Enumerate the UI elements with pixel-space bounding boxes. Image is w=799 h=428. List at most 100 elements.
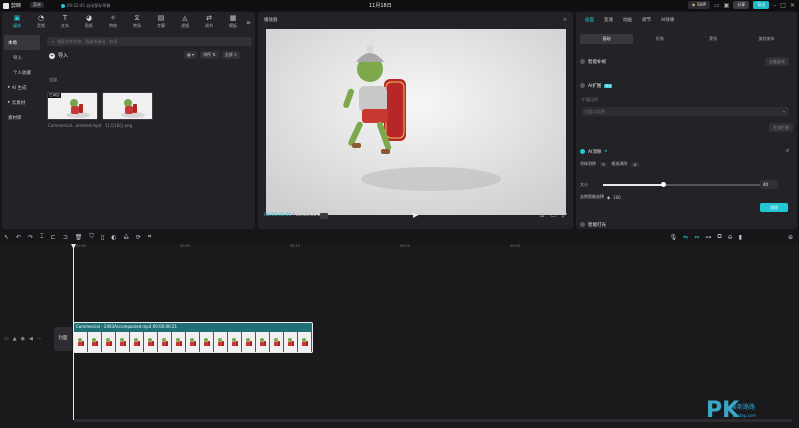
shield-icon[interactable]: ⛉ xyxy=(89,233,94,241)
filter-button[interactable]: 全部 ⚲ xyxy=(221,51,240,59)
dedupe-frames-button[interactable]: 去重复帧 xyxy=(765,57,789,66)
split-icon[interactable]: ⌶ xyxy=(40,233,44,241)
audio-mute-icon[interactable]: ◀ xyxy=(29,336,33,342)
nav-import[interactable]: 导入 xyxy=(4,50,40,65)
timecode-toggle-icon[interactable] xyxy=(320,213,328,219)
sort-button[interactable]: 排序 ⇅ xyxy=(200,51,219,59)
subtab-beauty[interactable]: 美颜美体 xyxy=(740,34,793,44)
minimize-icon[interactable]: – xyxy=(773,2,776,9)
freeze-icon[interactable]: ▯ xyxy=(101,234,104,241)
nav-favorites[interactable]: 个人收藏 xyxy=(4,65,40,80)
link-main-icon[interactable]: ⇋ xyxy=(683,234,688,241)
project-title[interactable]: 11月18日 xyxy=(369,2,392,9)
media-item-image[interactable] xyxy=(102,92,153,120)
tab-adjust[interactable]: 调节 xyxy=(637,17,656,23)
nav-cloud[interactable]: ▸ 云素材 xyxy=(4,95,40,110)
tab-animation[interactable]: 动画 xyxy=(618,17,637,23)
ai-expand-checkbox[interactable] xyxy=(580,83,585,88)
share-button[interactable]: 分享 xyxy=(733,1,750,9)
export-label: 导出 xyxy=(757,2,766,7)
rotate-icon[interactable]: ⟳ xyxy=(136,234,141,241)
svip-button[interactable]: ◆ SVIP xyxy=(688,1,710,9)
subtab-basic[interactable]: 基础 xyxy=(580,34,634,44)
generate-expand-button[interactable]: 生成扩图 xyxy=(769,123,793,132)
redo-icon[interactable]: ↷ xyxy=(28,234,33,241)
cover-button[interactable]: 封面 xyxy=(54,327,72,351)
eye-icon[interactable]: ◉ xyxy=(21,336,25,342)
play-button[interactable]: ▶ xyxy=(413,211,418,219)
crop-tool-icon[interactable]: ⌗ xyxy=(148,233,151,241)
media-search[interactable]: ⌕ 搜索文件名称、画面关键词、台词 xyxy=(47,37,252,46)
tab-filter[interactable]: ◬ 滤镜 xyxy=(173,12,197,31)
autosave-status: 00:52:45 自动保存草稿 xyxy=(61,3,110,9)
media-item-video[interactable]: 已添加 xyxy=(47,92,98,120)
tab-ai-effects[interactable]: AI效果 xyxy=(656,17,679,23)
layout-icon[interactable]: ▭ xyxy=(714,2,720,9)
reset-icon[interactable]: ↺ xyxy=(785,149,789,154)
link-icon[interactable]: ⊶ xyxy=(705,234,711,241)
split-left-icon[interactable]: ⊏ xyxy=(51,234,56,241)
time-ruler[interactable]: 00:00 00:05 00:10 00:15 00:20 xyxy=(70,244,799,253)
tab-transition[interactable]: ⧖ 转场 xyxy=(125,12,149,31)
size-input[interactable]: 40 xyxy=(760,180,778,189)
select-tool-icon[interactable]: ↖ xyxy=(4,234,9,241)
reverse-icon[interactable]: ◐ xyxy=(111,234,116,241)
tab-adjust[interactable]: ⇄ 调节 xyxy=(197,12,221,31)
size-slider-knob[interactable] xyxy=(661,182,666,187)
sort-label: 排序 xyxy=(203,52,212,57)
smart-light-checkbox[interactable] xyxy=(580,222,585,227)
fullscreen-icon[interactable]: ⤢ xyxy=(562,212,567,220)
erase-apply-button[interactable]: 消除 xyxy=(760,203,788,212)
preview-axis-icon[interactable]: ⧉ xyxy=(717,233,721,241)
tab-media[interactable]: ▣ 媒体 xyxy=(5,12,29,31)
more-tabs-icon[interactable]: » xyxy=(246,18,251,27)
box-select-icon[interactable]: ⊘ xyxy=(631,161,639,167)
nav-local[interactable]: 本地 xyxy=(4,35,40,50)
track-toggle-icon[interactable]: ▭ xyxy=(4,336,9,342)
tab-text[interactable]: T 文本 xyxy=(53,12,77,31)
zoom-fit-icon[interactable]: ⊕ xyxy=(788,234,793,241)
nav-ai-generate[interactable]: ▸ AI 生成 xyxy=(4,80,40,95)
timeline-scrollbar[interactable] xyxy=(74,419,792,422)
frame-interp-checkbox[interactable] xyxy=(580,59,585,64)
export-button[interactable]: 导出 xyxy=(753,1,770,9)
player-menu-icon[interactable]: ≡ xyxy=(563,17,567,23)
clip-frame xyxy=(116,332,129,352)
zoom-out-icon[interactable]: ⊖ xyxy=(728,234,733,241)
tab-picture[interactable]: 画面 xyxy=(580,17,599,23)
video-clip[interactable]: Commercial - 2403Accompanied.mp4 00:00:0… xyxy=(73,322,313,353)
inspector-panel: 画面 变速 动画 调节 AI效果 基础 抠像 蒙版 美颜美体 智能补帧 去重复帧… xyxy=(576,12,797,229)
split-right-icon[interactable]: ⊐ xyxy=(63,234,68,241)
crop-icon[interactable]: ⊡ xyxy=(539,212,544,220)
maximize-icon[interactable]: □ xyxy=(780,2,786,9)
video-preview[interactable] xyxy=(266,29,566,215)
subtab-mask[interactable]: 蒙版 xyxy=(687,34,740,44)
menu-button[interactable]: 菜单 xyxy=(30,2,44,8)
tab-subtitle[interactable]: ▤ 字幕 xyxy=(149,12,173,31)
playhead[interactable] xyxy=(73,245,74,420)
import-button[interactable]: + 导入 xyxy=(49,52,68,59)
delete-icon[interactable]: 🗑 xyxy=(75,234,83,241)
grid-view-button[interactable]: ▦ ▾ xyxy=(184,51,198,59)
expand-ratio-select[interactable]: 自定义比例 ▾ xyxy=(582,107,789,116)
snap-icon[interactable]: ⇔ xyxy=(694,234,699,241)
ai-erase-checkbox[interactable] xyxy=(580,149,585,154)
ratio-icon[interactable]: ▭ xyxy=(551,212,557,220)
close-icon[interactable]: ✕ xyxy=(790,2,795,9)
screen-icon[interactable]: ▣ xyxy=(724,2,730,9)
brush-icon[interactable]: ✎ xyxy=(600,161,608,167)
lock-icon[interactable]: ▲ xyxy=(13,336,17,342)
tab-audio[interactable]: ◔ 音频 xyxy=(29,12,53,31)
tab-effects[interactable]: ✧ 特效 xyxy=(101,12,125,31)
undo-icon[interactable]: ↶ xyxy=(16,234,21,241)
nav-library[interactable]: 素材库 xyxy=(4,110,40,125)
tab-sticker[interactable]: ◕ 贴纸 xyxy=(77,12,101,31)
more-icon[interactable]: ⋯ xyxy=(37,336,42,342)
tab-speed[interactable]: 变速 xyxy=(599,17,618,23)
box-erase-label: 框选消除 xyxy=(611,161,628,166)
microphone-icon[interactable]: 🎙 xyxy=(670,234,678,241)
subtab-cutout[interactable]: 抠像 xyxy=(633,34,686,44)
mirror-icon[interactable]: ⧋ xyxy=(123,233,128,241)
tab-template[interactable]: ▦ 模板 xyxy=(221,12,245,31)
zoom-slider[interactable]: ▮ xyxy=(739,234,742,241)
